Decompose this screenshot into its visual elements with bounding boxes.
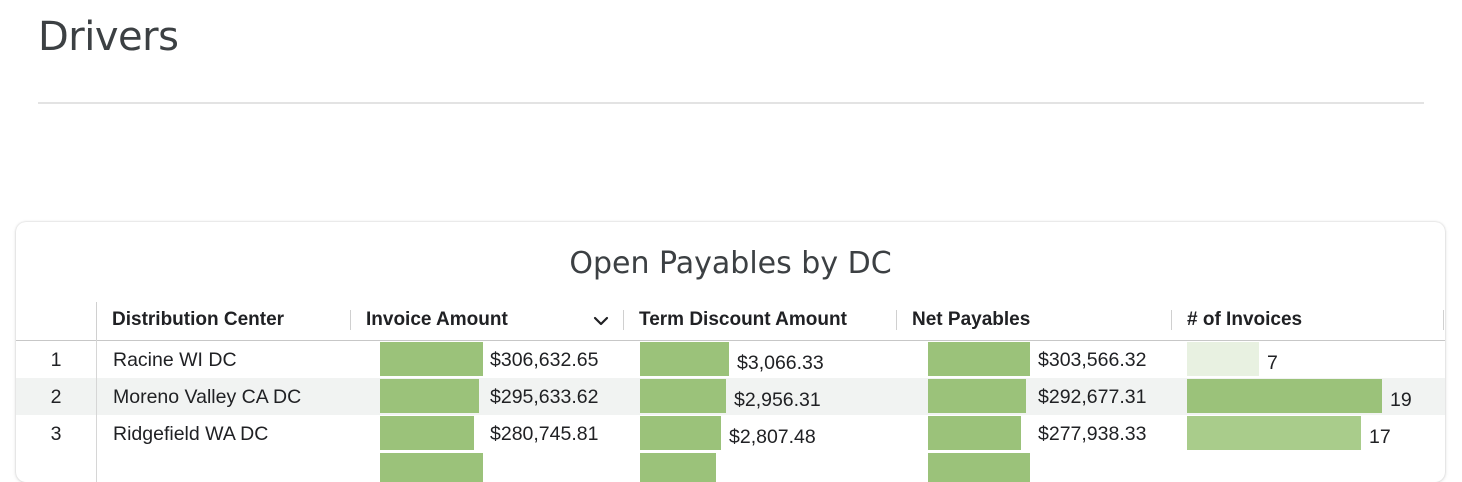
dc-name: Moreno Valley CA DC bbox=[113, 386, 302, 408]
header-divider bbox=[1443, 310, 1444, 330]
column-header-dc[interactable]: Distribution Center bbox=[96, 302, 366, 340]
discount-bar bbox=[640, 342, 729, 376]
column-header-discount[interactable]: Term Discount Amount bbox=[623, 302, 896, 340]
invoice-bar bbox=[380, 416, 474, 450]
title-divider bbox=[38, 102, 1424, 104]
dc-name: Ridgefield WA DC bbox=[113, 423, 269, 445]
card-title: Open Payables by DC bbox=[569, 246, 892, 281]
row-number-divider bbox=[96, 340, 97, 482]
table-header: Distribution Center Invoice Amount Term … bbox=[16, 302, 1445, 341]
table-row[interactable]: 3 Ridgefield WA DC $280,745.81 $2,807.48 $27… bbox=[16, 415, 1445, 452]
open-payables-card: Open Payables by DC Distribution Center … bbox=[16, 222, 1445, 482]
discount-bar bbox=[640, 416, 721, 450]
invoice-amount: $280,745.81 bbox=[490, 423, 599, 445]
column-header-count[interactable]: # of Invoices bbox=[1171, 302, 1443, 340]
invoice-amount: $306,632.65 bbox=[490, 349, 599, 371]
net-payables: $277,938.33 bbox=[1038, 423, 1147, 445]
partial-bar bbox=[640, 453, 716, 482]
payables-table: Distribution Center Invoice Amount Term … bbox=[16, 302, 1445, 482]
table-body: 1 Racine WI DC $306,632.65 $3,066.33 $303,56… bbox=[16, 341, 1445, 482]
page-title: Drivers bbox=[38, 14, 179, 60]
table-row-partial bbox=[16, 452, 1445, 482]
net-payables: $303,566.32 bbox=[1038, 349, 1147, 371]
row-number: 2 bbox=[50, 386, 62, 408]
discount-bar bbox=[640, 379, 726, 413]
partial-bar bbox=[380, 453, 483, 482]
net-payables: $292,677.31 bbox=[1038, 386, 1147, 408]
invoice-amount: $295,633.62 bbox=[490, 386, 599, 408]
row-number: 3 bbox=[50, 423, 62, 445]
invoice-count-bar bbox=[1187, 379, 1382, 413]
dc-name: Racine WI DC bbox=[113, 349, 237, 371]
invoice-count-bar bbox=[1187, 416, 1361, 450]
column-header-net[interactable]: Net Payables bbox=[896, 302, 1171, 340]
column-header-invoice[interactable]: Invoice Amount bbox=[350, 302, 625, 340]
invoice-count-bar bbox=[1187, 342, 1259, 376]
chevron-down-icon[interactable] bbox=[592, 312, 610, 330]
invoice-bar bbox=[380, 379, 479, 413]
table-row[interactable]: 1 Racine WI DC $306,632.65 $3,066.33 $303,56… bbox=[16, 341, 1445, 378]
table-row[interactable]: 2 Moreno Valley CA DC $295,633.62 $2,956.31… bbox=[16, 378, 1445, 415]
net-bar bbox=[928, 416, 1021, 450]
invoice-bar bbox=[380, 342, 483, 376]
net-bar bbox=[928, 342, 1030, 376]
partial-bar bbox=[928, 453, 1030, 482]
row-number: 1 bbox=[50, 349, 62, 371]
net-bar bbox=[928, 379, 1026, 413]
